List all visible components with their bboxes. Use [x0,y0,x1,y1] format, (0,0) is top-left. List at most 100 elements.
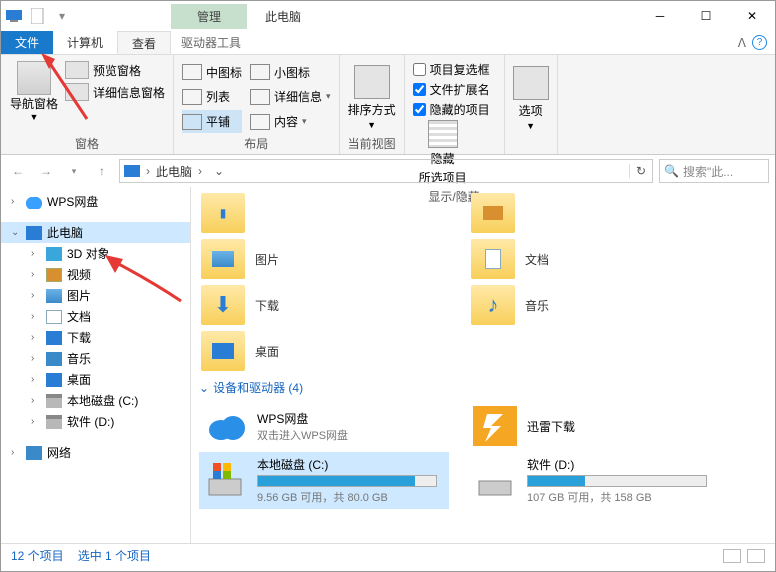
usage-bar-c [257,475,437,487]
chevron-down-icon: ▼ [367,120,376,130]
layout-content[interactable]: 内容▾ [250,110,331,133]
group-layout-label: 布局 [182,133,331,152]
folder-documents[interactable]: 文档 [469,237,719,281]
layout-tiles[interactable]: 平铺 [182,110,242,133]
folder-item[interactable]: ▮ [199,191,449,235]
details-pane-label: 详细信息窗格 [93,84,165,101]
ribbon: 导航窗格 ▼ 预览窗格 详细信息窗格 窗格 中图标 小图标 列表 详细信息▾ 平… [1,55,775,155]
qat-dropdown-icon[interactable]: ▾ [53,7,71,25]
group-panes-label: 窗格 [9,133,165,152]
search-icon: 🔍 [664,164,679,178]
folder-downloads[interactable]: ⬇下载 [199,283,449,327]
refresh-button[interactable]: ↻ [629,164,652,178]
close-button[interactable]: ✕ [729,1,775,31]
view-switcher [723,549,765,563]
tab-computer[interactable]: 计算机 [53,31,117,54]
chevron-right-icon[interactable]: › [198,164,202,178]
tree-pictures[interactable]: ›图片 [1,285,190,306]
addr-dropdown[interactable]: ⌄ [208,164,230,178]
nav-pane-label: 导航窗格 [10,95,58,112]
maximize-button[interactable]: ☐ [683,1,729,31]
folder-desktop[interactable]: 桌面 [199,329,449,373]
chevron-down-icon: ▼ [526,121,535,131]
tree-drive-c[interactable]: ›本地磁盘 (C:) [1,390,190,411]
devices-grid: WPS网盘双击进入WPS网盘 迅雷下载 本地磁盘 (C:) 9.56 GB 可用… [199,402,767,509]
back-button[interactable]: ← [7,160,29,182]
folder-pictures[interactable]: 图片 [199,237,449,281]
group-currentview-label: 当前视图 [348,133,396,152]
tree-downloads[interactable]: ›下载 [1,327,190,348]
main-split: ›WPS网盘 ⌄此电脑 ›3D 对象 ›视频 ›图片 ›文档 ›下载 ›音乐 ›… [1,187,775,543]
group-show-hide: 项目复选框 文件扩展名 隐藏的项目 隐藏 所选项目 显示/隐藏 [405,55,505,154]
chevron-down-icon: ▼ [30,112,39,122]
sort-label: 排序方式 [348,101,396,118]
window-buttons: ─ ☐ ✕ [637,1,775,31]
pc-icon[interactable] [5,7,23,25]
tree-network[interactable]: ›网络 [1,442,190,463]
address-bar[interactable]: › 此电脑 › ⌄ ↻ [119,159,653,183]
tree-documents[interactable]: ›文档 [1,306,190,327]
up-button[interactable]: ↑ [91,160,113,182]
device-drive-d[interactable]: 软件 (D:) 107 GB 可用，共 158 GB [469,452,719,509]
device-xunlei[interactable]: 迅雷下载 [469,402,719,450]
usage-bar-d [527,475,707,487]
pc-icon [124,165,140,177]
tree-this-pc[interactable]: ⌄此电脑 [1,222,190,243]
tree-music[interactable]: ›音乐 [1,348,190,369]
doc-icon[interactable] [29,7,47,25]
contextual-tab-label: 管理 [171,4,247,29]
xunlei-icon [473,406,517,446]
address-bar-row: ← → ▾ ↑ › 此电脑 › ⌄ ↻ 🔍 搜索"此... [1,155,775,187]
nav-pane-button[interactable]: 导航窗格 ▼ [9,61,59,133]
titlebar: ▾ 管理 此电脑 ─ ☐ ✕ [1,1,775,31]
cloud-icon [203,406,247,446]
preview-pane-label: 预览窗格 [93,62,141,79]
details-pane-button[interactable]: 详细信息窗格 [65,83,165,101]
drive-icon [203,461,247,501]
preview-pane-button[interactable]: 预览窗格 [65,61,165,79]
forward-button[interactable]: → [35,160,57,182]
breadcrumb-root[interactable]: 此电脑 [156,163,192,180]
layout-medium[interactable]: 中图标 [182,61,242,84]
tree-drive-d[interactable]: ›软件 (D:) [1,411,190,432]
collapse-ribbon-icon[interactable]: ᐱ [738,36,746,50]
device-wps[interactable]: WPS网盘双击进入WPS网盘 [199,402,449,450]
ribbon-help: ᐱ ? [730,31,775,54]
status-count: 12 个项目 [11,547,64,564]
tab-drive-tools[interactable]: 驱动器工具 [171,31,251,54]
recent-button[interactable]: ▾ [63,160,85,182]
group-current-view: 排序方式 ▼ 当前视图 [340,55,405,154]
quick-access-toolbar: ▾ [5,7,71,25]
options-icon[interactable] [513,66,549,100]
tab-view[interactable]: 查看 [117,31,171,54]
status-selection: 选中 1 个项目 [78,547,151,564]
drive-icon [473,461,517,501]
device-drive-c[interactable]: 本地磁盘 (C:) 9.56 GB 可用，共 80.0 GB [199,452,449,509]
view-details-button[interactable] [723,549,741,563]
minimize-button[interactable]: ─ [637,1,683,31]
search-box[interactable]: 🔍 搜索"此... [659,159,769,183]
folder-item[interactable] [469,191,719,235]
layout-details[interactable]: 详细信息▾ [250,86,331,109]
group-layout: 中图标 小图标 列表 详细信息▾ 平铺 内容▾ 布局 [174,55,340,154]
group-options: 选项 ▼ [505,55,558,154]
section-devices[interactable]: ⌄设备和驱动器 (4) [199,379,767,396]
tree-videos[interactable]: ›视频 [1,264,190,285]
view-tiles-button[interactable] [747,549,765,563]
chk-extensions[interactable]: 文件扩展名 [413,81,490,98]
chk-hidden[interactable]: 隐藏的项目 [413,101,490,118]
help-icon[interactable]: ? [752,35,767,50]
chevron-right-icon[interactable]: › [146,164,150,178]
layout-small[interactable]: 小图标 [250,61,331,84]
folder-music[interactable]: ♪音乐 [469,283,719,327]
group-panes: 导航窗格 ▼ 预览窗格 详细信息窗格 窗格 [1,55,174,154]
window-title: 此电脑 [265,8,301,25]
tab-file[interactable]: 文件 [1,31,53,54]
tree-desktop[interactable]: ›桌面 [1,369,190,390]
sort-icon[interactable] [354,65,390,99]
layout-list[interactable]: 列表 [182,86,242,109]
chevron-down-icon: ⌄ [199,381,209,395]
tree-wps[interactable]: ›WPS网盘 [1,191,190,212]
chk-checkboxes[interactable]: 项目复选框 [413,61,490,78]
tree-3d[interactable]: ›3D 对象 [1,243,190,264]
